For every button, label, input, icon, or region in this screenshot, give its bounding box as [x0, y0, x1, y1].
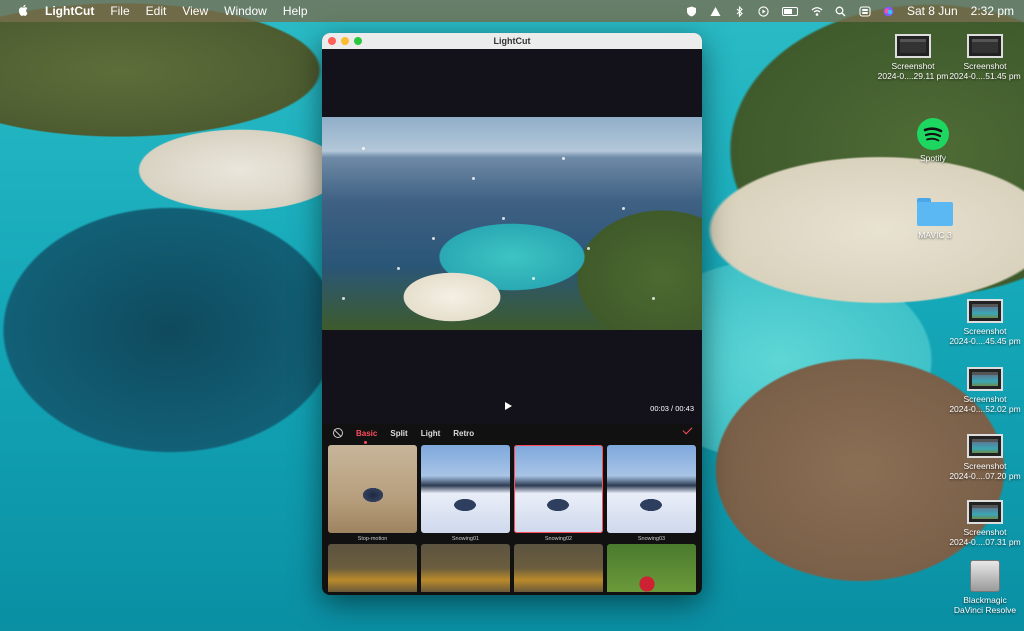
desktop-item-mavic-3[interactable]: MAVIC 3 — [895, 198, 975, 240]
edit-menu[interactable]: Edit — [138, 4, 175, 18]
tab-basic[interactable]: Basic — [356, 429, 377, 444]
desktop-item-screenshot-3[interactable]: Screenshot 2024-0....45.45 pm — [945, 299, 1024, 346]
confirm-check-icon[interactable] — [682, 424, 693, 435]
siri-icon[interactable] — [883, 6, 894, 17]
effect-thumbnail — [328, 445, 417, 533]
effect-item-snowing02[interactable]: Snowing02 — [514, 445, 603, 544]
control-center-icon[interactable] — [859, 6, 871, 17]
no-effect-icon[interactable] — [333, 428, 343, 438]
preview-stage — [322, 49, 702, 424]
screenshot-thumbnail-icon — [967, 299, 1003, 323]
video-preview[interactable] — [322, 117, 702, 330]
playback-time: 00:03 / 00:43 — [650, 404, 694, 413]
spotify-icon — [917, 118, 949, 150]
menubar-time[interactable]: 2:32 pm — [971, 4, 1014, 18]
desktop-item-screenshot-5[interactable]: Screenshot 2024-0....07.20 pm — [945, 434, 1024, 481]
bluetooth-icon[interactable] — [734, 5, 745, 17]
effect-thumbnail — [328, 544, 417, 592]
effect-item-snowing03[interactable]: Snowing03 — [607, 445, 696, 544]
screenshot-thumbnail-icon — [967, 367, 1003, 391]
menubar-date[interactable]: Sat 8 Jun — [907, 4, 958, 18]
effect-thumbnail — [514, 544, 603, 592]
effect-thumbnail — [421, 445, 510, 533]
screenshot-thumbnail-icon — [895, 34, 931, 58]
desktop-item-screenshot-6[interactable]: Screenshot 2024-0....07.31 pm — [945, 500, 1024, 547]
disk-drive-icon — [970, 560, 1000, 592]
lightcut-window: LightCut 00:03 / 00:43 Basic Split Light… — [322, 33, 702, 595]
effect-thumbnail-selected — [514, 445, 603, 533]
effect-item[interactable] — [421, 544, 510, 592]
desktop-item-davinci-resolve[interactable]: Blackmagic DaVinci Resolve — [945, 560, 1024, 615]
effect-thumbnail — [607, 544, 696, 592]
title-bar[interactable]: LightCut — [322, 33, 702, 49]
desktop-item-spotify[interactable]: Spotify — [893, 118, 973, 163]
desktop-item-screenshot-1[interactable]: Screenshot 2024-0....29.11 pm — [873, 34, 953, 81]
effect-item[interactable] — [514, 544, 603, 592]
help-menu[interactable]: Help — [275, 4, 316, 18]
tab-retro[interactable]: Retro — [453, 429, 474, 438]
battery-icon[interactable] — [781, 6, 798, 16]
screenshot-thumbnail-icon — [967, 434, 1003, 458]
window-title: LightCut — [493, 36, 531, 46]
wifi-icon[interactable] — [811, 6, 823, 17]
play-circle-icon[interactable] — [758, 5, 769, 17]
screenshot-thumbnail-icon — [967, 500, 1003, 524]
playback-controls: 00:03 / 00:43 — [322, 397, 702, 419]
tab-light[interactable]: Light — [421, 429, 441, 438]
effect-tabs: Basic Split Light Retro — [322, 424, 702, 444]
effect-item[interactable] — [328, 544, 417, 592]
effects-grid: Stop-motion Snowing01 Snowing02 Snowing0… — [328, 445, 698, 592]
effect-thumbnail — [421, 544, 510, 592]
view-menu[interactable]: View — [174, 4, 216, 18]
effect-thumbnail — [607, 445, 696, 533]
warning-icon[interactable] — [710, 6, 721, 17]
apple-menu-icon[interactable] — [10, 4, 37, 19]
effect-item-stop-motion[interactable]: Stop-motion — [328, 445, 417, 544]
screenshot-thumbnail-icon — [967, 34, 1003, 58]
effect-item[interactable] — [607, 544, 696, 592]
search-icon[interactable] — [835, 6, 846, 17]
menu-bar: LightCut File Edit View Window Help Sat … — [0, 0, 1024, 22]
folder-icon — [917, 198, 953, 226]
desktop-item-screenshot-2[interactable]: Screenshot 2024-0....51.45 pm — [945, 34, 1024, 81]
app-menu[interactable]: LightCut — [37, 4, 102, 18]
file-menu[interactable]: File — [102, 4, 137, 18]
window-menu[interactable]: Window — [216, 4, 275, 18]
effect-item-snowing01[interactable]: Snowing01 — [421, 445, 510, 544]
desktop-item-screenshot-4[interactable]: Screenshot 2024-0....52.02 pm — [945, 367, 1024, 414]
shield-icon[interactable] — [686, 6, 697, 17]
play-icon[interactable] — [505, 402, 512, 410]
tab-split[interactable]: Split — [390, 429, 407, 438]
